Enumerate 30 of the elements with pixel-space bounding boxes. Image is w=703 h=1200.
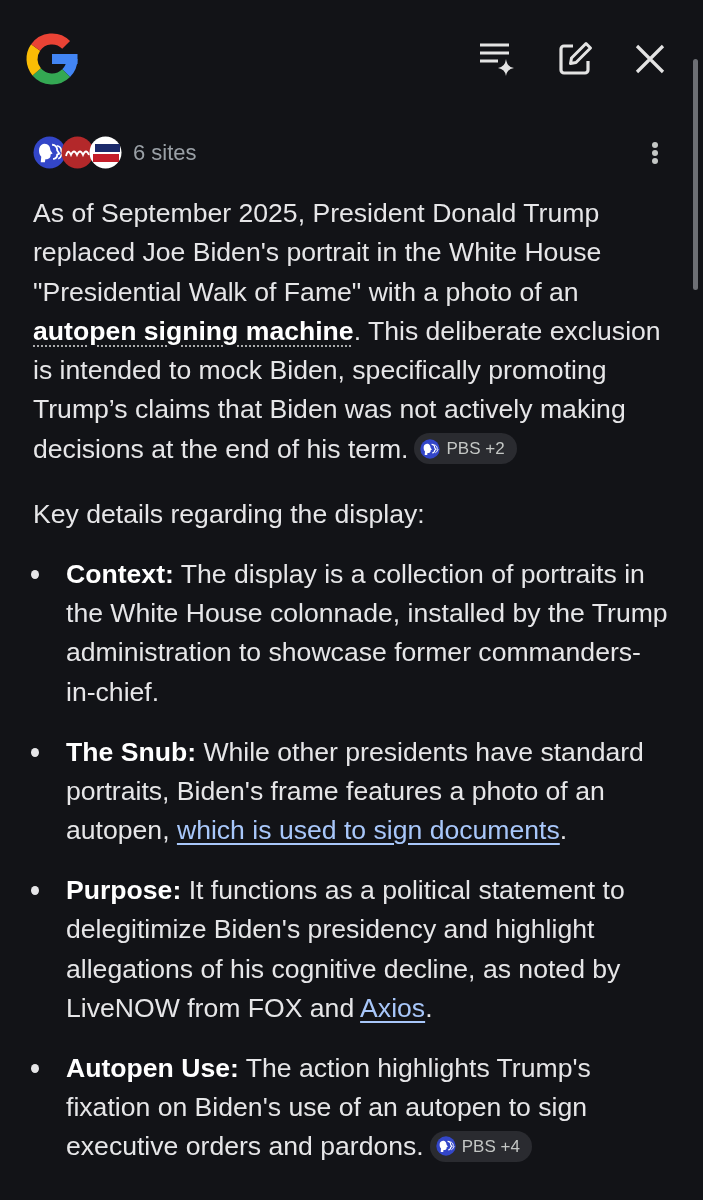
logo-icon	[26, 33, 78, 85]
heads-logo-icon	[435, 1136, 456, 1157]
more-options-button[interactable]	[651, 140, 659, 165]
more-options-icon	[651, 140, 659, 165]
citation-chip[interactable]: PBS +2	[414, 433, 517, 465]
section-label: Key details regarding the display:	[33, 498, 426, 532]
list-item-text: The Snub: While other presidents have standard portraits, Biden's frame features a photo of an autopen, which is used to sign documents.	[66, 735, 645, 848]
bullet-icon	[31, 886, 39, 896]
edit-icon	[557, 41, 593, 77]
list-item-text: Context: The display is a collection of portraits in the White House colonnade, installed by the Trump administration to showcase former commanders-in-chief.	[66, 557, 669, 709]
bullet-icon	[31, 1063, 39, 1073]
station-logo-icon	[89, 136, 122, 169]
sources-button[interactable]: 6 sites	[33, 136, 197, 169]
heads-logo-icon	[420, 438, 441, 459]
inline-link[interactable]: which is used to sign documents	[176, 815, 560, 846]
list-item-text: Purpose: It functions as a political statement to delegitimize Biden's presidency and highlight allegations of his cognitive decline, as noted by LiveNOW from FOX and Axios.	[66, 873, 626, 1025]
list-item-text: Autopen Use: The action highlights Trump's fixation on Biden's use of an autopen to sign executive orders and pardons. PBS +4	[66, 1051, 592, 1164]
bullet-icon	[31, 570, 39, 579]
summary-paragraph: As of September 2025, President Donald Trump replaced Joe Biden's portrait in the White House "Presidential Walk of Fame" with a photo of an autopen signing machine. This deliberate exclusion is intended to mock Biden, specifically promoting Trump’s claims that Biden was not actively making decisions at the end of his term. PBS +2	[33, 197, 662, 467]
bullet-icon	[31, 747, 39, 757]
citation-chip[interactable]: PBS +4	[429, 1130, 532, 1162]
list-sparkle-icon	[479, 42, 515, 76]
list-sparkle-button[interactable]	[479, 42, 515, 76]
close-button[interactable]	[635, 44, 665, 74]
scrollbar-thumb[interactable]	[693, 59, 698, 290]
close-icon	[635, 44, 665, 74]
inline-link[interactable]: Axios	[360, 992, 426, 1023]
term-link[interactable]: autopen signing machine	[33, 315, 354, 346]
edit-button[interactable]	[557, 41, 593, 77]
heads-logo-icon	[33, 136, 66, 169]
